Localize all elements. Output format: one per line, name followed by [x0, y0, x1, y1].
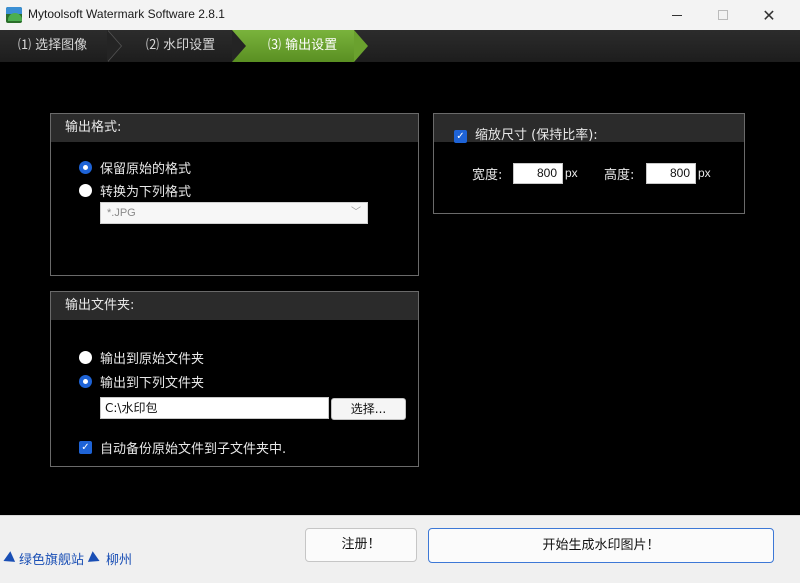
- title-bar: Mytoolsoft Watermark Software 2.8.1 ✕: [0, 0, 800, 30]
- step-output-settings[interactable]: ⑶ 输出设置: [268, 30, 337, 62]
- output-format-header: 输出格式:: [51, 114, 418, 142]
- app-icon: [6, 7, 22, 23]
- site-link[interactable]: 绿色旗舰站 柳州: [3, 549, 133, 568]
- folder-path-input[interactable]: C:\水印包: [100, 397, 329, 419]
- maximize-icon: [718, 10, 728, 20]
- window-title: Mytoolsoft Watermark Software 2.8.1: [28, 7, 225, 21]
- output-original-folder-radio[interactable]: 输出到原始文件夹: [79, 348, 204, 367]
- arrow-right-icon: [84, 550, 100, 567]
- step-watermark-settings[interactable]: ⑵ 水印设置: [146, 30, 215, 62]
- checkmark-icon: ✓: [79, 441, 92, 454]
- maximize-button[interactable]: [700, 0, 746, 30]
- close-button[interactable]: ✕: [746, 0, 792, 30]
- radio-selected-icon: [79, 161, 92, 174]
- checkbox-label: 自动备份原始文件到子文件夹中.: [100, 442, 287, 457]
- step-separator: [107, 30, 122, 62]
- backup-original-checkbox[interactable]: ✓ 自动备份原始文件到子文件夹中.: [79, 438, 286, 457]
- keep-original-format-radio[interactable]: 保留原始的格式: [79, 158, 191, 177]
- height-label: 高度:: [604, 168, 635, 183]
- steps-bar: ⑴ 选择图像 ⑵ 水印设置 ⑶ 输出设置: [0, 30, 800, 62]
- minimize-button[interactable]: [654, 0, 700, 30]
- start-watermark-button[interactable]: 开始生成水印图片！: [428, 528, 774, 563]
- height-input[interactable]: 800: [646, 163, 696, 184]
- output-format-panel: 输出格式: 保留原始的格式 转换为下列格式 *.JPG ﹀: [50, 113, 419, 276]
- radio-label: 转换为下列格式: [100, 185, 192, 200]
- scale-header-label: 缩放尺寸 (保持比率):: [475, 128, 598, 143]
- chevron-down-icon: ﹀: [351, 207, 361, 218]
- register-button[interactable]: 注册！: [305, 528, 417, 562]
- radio-label: 输出到下列文件夹: [100, 376, 205, 391]
- scale-checkbox[interactable]: ✓ 缩放尺寸 (保持比率):: [454, 122, 598, 150]
- format-select[interactable]: *.JPG ﹀: [100, 202, 368, 224]
- format-select-value: *.JPG: [107, 207, 136, 219]
- radio-label: 输出到原始文件夹: [100, 352, 205, 367]
- checkmark-icon: ✓: [454, 129, 467, 143]
- convert-format-radio[interactable]: 转换为下列格式: [79, 181, 191, 200]
- minimize-icon: [672, 14, 682, 16]
- output-custom-folder-radio[interactable]: 输出到下列文件夹: [79, 372, 204, 391]
- scale-header: ✓ 缩放尺寸 (保持比率):: [434, 114, 744, 143]
- close-icon: ✕: [762, 5, 776, 25]
- width-unit: px: [565, 166, 578, 180]
- arrow-left-icon: [3, 550, 19, 567]
- browse-button[interactable]: 选择...: [331, 398, 406, 420]
- scale-panel: ✓ 缩放尺寸 (保持比率): 宽度: 800 px 高度: 800 px: [433, 113, 745, 214]
- main-area: 输出格式: 保留原始的格式 转换为下列格式 *.JPG ﹀ 输出文件夹: 输出到…: [0, 62, 800, 515]
- radio-selected-icon: [79, 375, 92, 388]
- height-unit: px: [698, 166, 711, 180]
- city-text: 柳州: [106, 553, 133, 568]
- step-select-images[interactable]: ⑴ 选择图像: [18, 30, 87, 62]
- output-folder-panel: 输出文件夹: 输出到原始文件夹 输出到下列文件夹 C:\水印包 选择... ✓ …: [50, 291, 419, 467]
- radio-label: 保留原始的格式: [100, 162, 192, 177]
- site-text: 绿色旗舰站: [19, 553, 85, 568]
- radio-unselected-icon: [79, 184, 92, 197]
- output-folder-header: 输出文件夹:: [51, 292, 418, 320]
- width-input[interactable]: 800: [513, 163, 563, 184]
- bottom-bar: 绿色旗舰站 柳州 注册！ 开始生成水印图片！: [0, 515, 800, 583]
- width-label: 宽度:: [472, 168, 503, 183]
- radio-unselected-icon: [79, 351, 92, 364]
